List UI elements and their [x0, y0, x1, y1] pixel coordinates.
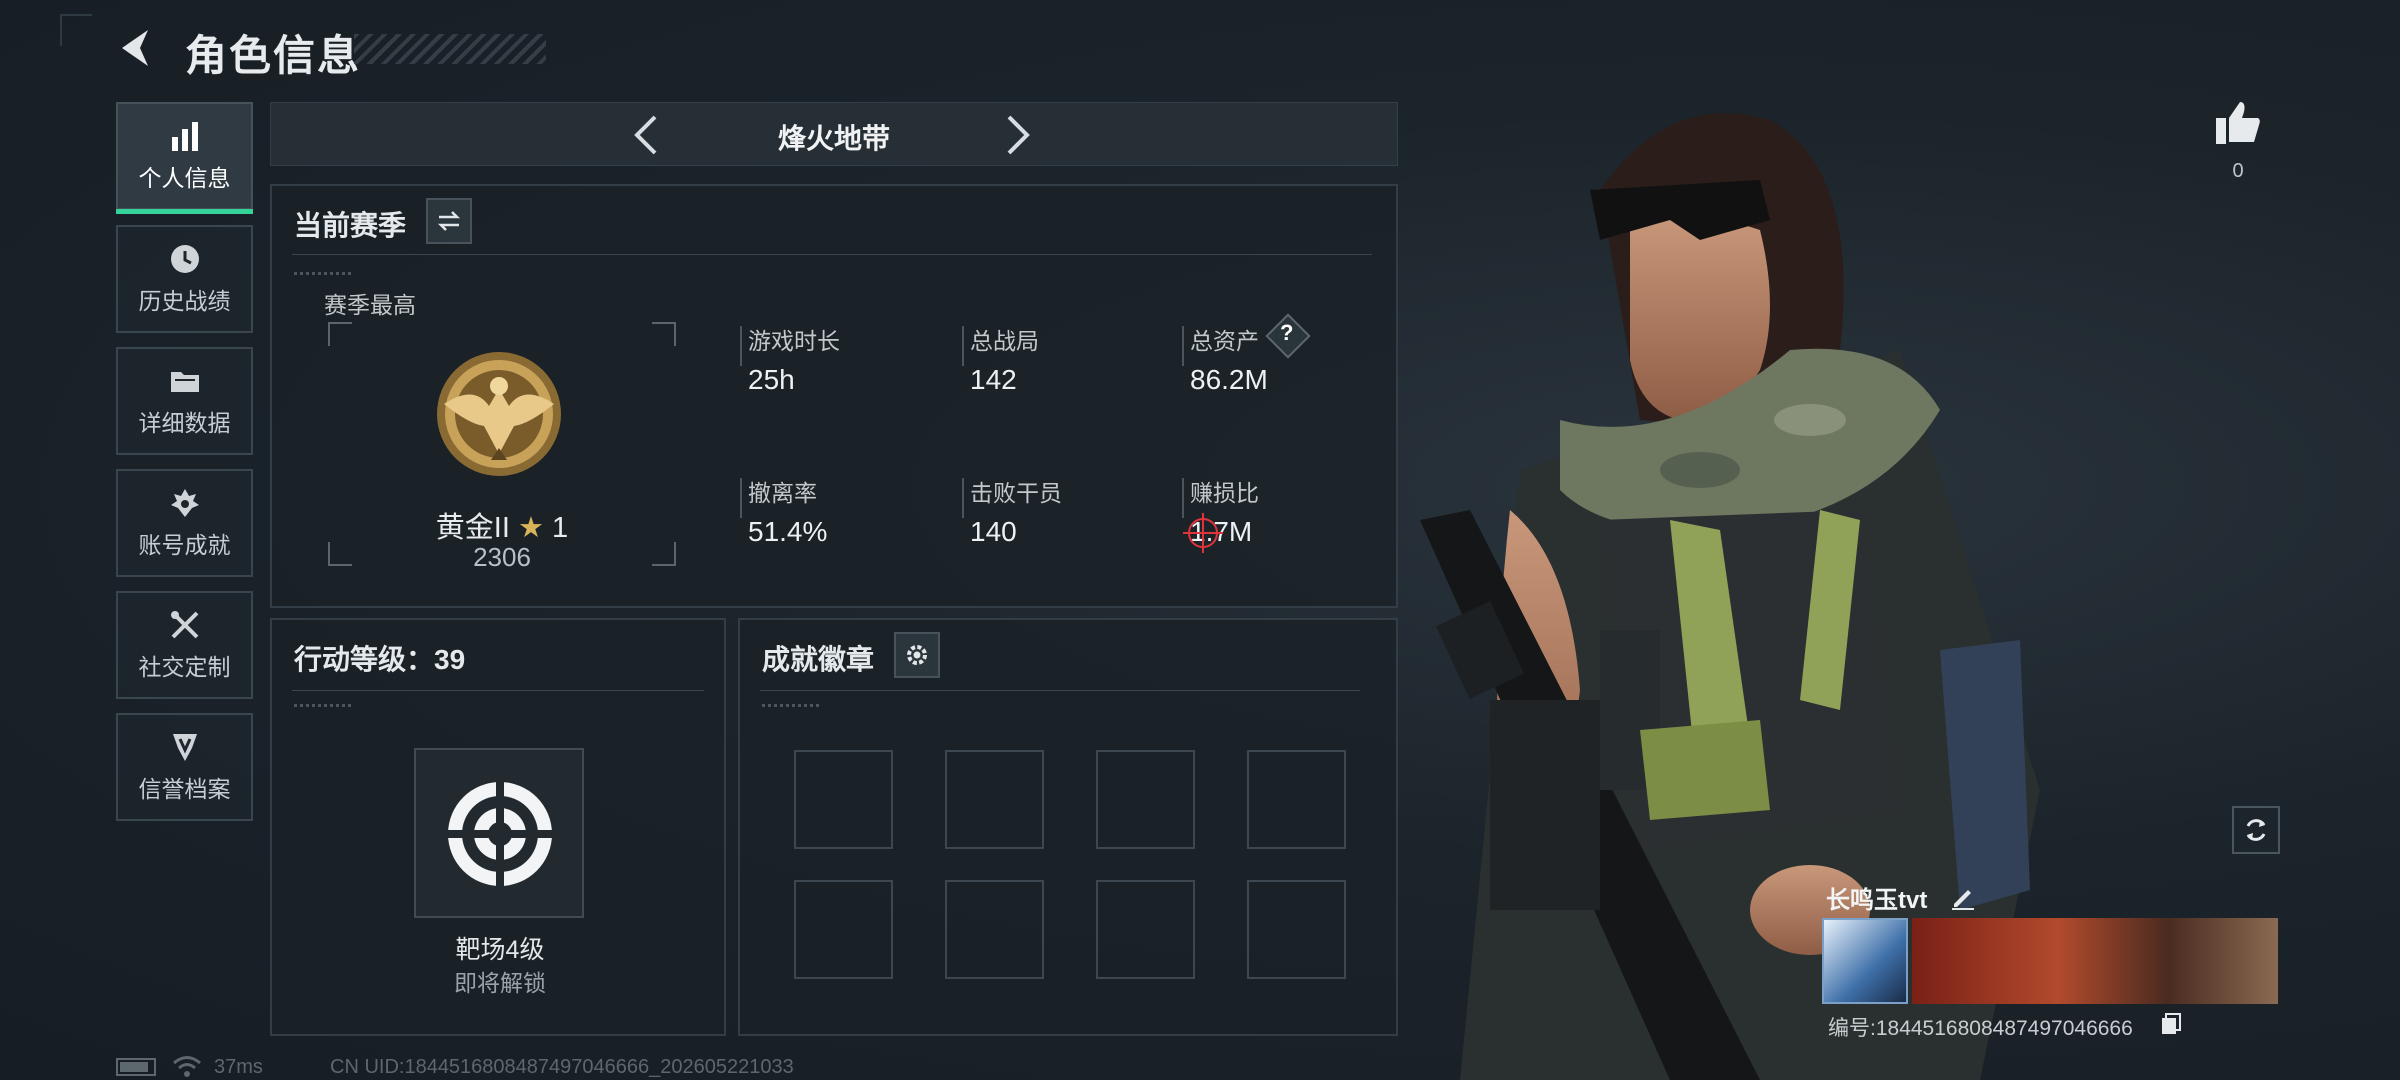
crosshair-icon [1183, 513, 1223, 553]
badge-slot[interactable] [1096, 880, 1195, 979]
action-level-label: 行动等级： [294, 644, 435, 675]
mode-selector: 烽火地带 [270, 102, 1398, 166]
copy-icon[interactable] [2160, 1012, 2182, 1036]
back-arrow-icon[interactable] [116, 26, 156, 70]
gear-icon [907, 645, 927, 665]
divider [292, 254, 1372, 255]
thumbs-up-icon[interactable] [2214, 98, 2262, 146]
nav-personal-info[interactable]: 个人信息 [116, 102, 253, 214]
player-id-value: 1844516808487497046666 [1875, 1017, 2133, 1040]
season-best-label: 赛季最高 [324, 292, 416, 318]
badges-title: 成就徽章 [762, 644, 875, 675]
stat-label: 总资产 [1190, 328, 1259, 354]
divider [1182, 326, 1184, 366]
player-id-label: 编号: [1828, 1017, 1876, 1040]
badge-slot[interactable] [794, 750, 893, 849]
player-name: 长鸣玉tvt [1826, 887, 1928, 914]
achievement-badges-panel: 成就徽章 [738, 618, 1398, 1036]
target-range-card[interactable] [414, 748, 584, 918]
badge-slot[interactable] [945, 750, 1044, 849]
badge-settings-button[interactable] [894, 632, 940, 678]
badge-slot[interactable] [945, 880, 1044, 979]
credit-shield-icon [172, 734, 197, 761]
player-id: 编号:1844516808487497046666 [1828, 1012, 2133, 1042]
target-icon [442, 776, 558, 892]
player-banner[interactable] [1912, 918, 2278, 1004]
stat-value: 142 [970, 364, 1017, 395]
history-clock-icon [170, 245, 199, 273]
stat-value: 86.2M [1190, 364, 1268, 395]
page-title: 角色信息 [185, 32, 362, 79]
refresh-icon [2246, 819, 2266, 841]
corner-decoration [60, 14, 92, 46]
badge-slot[interactable] [1247, 750, 1346, 849]
stat-label: 总战局 [970, 328, 1039, 354]
stat-label: 游戏时长 [748, 328, 840, 354]
divider [292, 690, 704, 691]
rank-name-row: 黄金II ★ 1 [272, 504, 732, 546]
switch-season-button[interactable] [426, 198, 472, 244]
nav-credit-records[interactable]: 信誉档案 [116, 713, 253, 821]
nav-detailed-data[interactable]: 详细数据 [116, 347, 253, 455]
nav-label: 详细数据 [138, 410, 231, 436]
gold-rank-emblem-icon [437, 352, 561, 476]
battery-icon [116, 1058, 156, 1076]
edit-pencil-icon[interactable] [1950, 884, 1976, 910]
stat-value: 25h [748, 364, 795, 395]
badge-slot[interactable] [1247, 880, 1346, 979]
uid-text: CN UID:1844516808487497046666_2026052210… [330, 1056, 794, 1078]
divider [760, 690, 1360, 691]
like-count: 0 [2232, 160, 2244, 182]
nav-match-history[interactable]: 历史战绩 [116, 225, 253, 333]
chevron-right-icon[interactable] [1003, 113, 1033, 157]
title-decoration [354, 34, 546, 64]
action-level-title: 行动等级：39 [294, 638, 465, 678]
stat-label: 撤离率 [748, 480, 817, 506]
swap-arrows-icon [437, 211, 461, 231]
rank-stars: 1 [552, 512, 569, 544]
nav-social-customization[interactable]: 社交定制 [116, 591, 253, 699]
stat-value: 140 [970, 516, 1017, 547]
mode-title: 烽火地带 [777, 123, 890, 154]
frame-corner [328, 322, 352, 346]
season-panel-title: 当前赛季 [294, 210, 407, 241]
wifi-icon [173, 1056, 201, 1077]
achievement-badge-icon [170, 489, 199, 517]
badge-slot[interactable] [1096, 750, 1195, 849]
decor-mark [294, 272, 354, 275]
nav-label: 社交定制 [138, 654, 231, 680]
stat-label: 赚损比 [1190, 480, 1259, 506]
current-season-panel: 当前赛季 赛季最高 黄金II ★ 1 2306 游戏时长 25h 总战局 142… [270, 184, 1398, 608]
rotate-view-button[interactable] [2232, 806, 2280, 854]
star-icon: ★ [517, 512, 544, 544]
target-range-level: 靶场4级 [455, 936, 545, 964]
question-mark-icon: ? [1280, 320, 1294, 345]
divider [962, 478, 964, 518]
decor-mark [294, 704, 354, 707]
frame-corner [652, 322, 676, 346]
rank-score: 2306 [473, 542, 531, 572]
action-level-value: 39 [434, 644, 466, 675]
action-level-panel: 行动等级：39 靶场4级 即将解锁 [270, 618, 726, 1036]
nav-account-achievements[interactable]: 账号成就 [116, 469, 253, 577]
divider [740, 478, 742, 518]
divider [962, 326, 964, 366]
nav-label: 个人信息 [138, 165, 231, 191]
unlock-status: 即将解锁 [454, 970, 546, 996]
ping: 37ms [214, 1056, 263, 1078]
stat-label: 击败干员 [970, 480, 1062, 506]
stat-value: 51.4% [748, 516, 828, 547]
divider [740, 326, 742, 366]
bar-chart-icon [171, 122, 198, 151]
nav-label: 账号成就 [138, 532, 231, 558]
rank-name: 黄金II [435, 512, 510, 544]
tools-icon [170, 611, 198, 639]
player-avatar[interactable] [1822, 918, 1908, 1004]
nav-label: 信誉档案 [138, 776, 231, 802]
nav-label: 历史战绩 [138, 288, 231, 314]
folder-icon [170, 372, 199, 392]
badge-slot[interactable] [794, 880, 893, 979]
decor-mark [762, 704, 822, 707]
